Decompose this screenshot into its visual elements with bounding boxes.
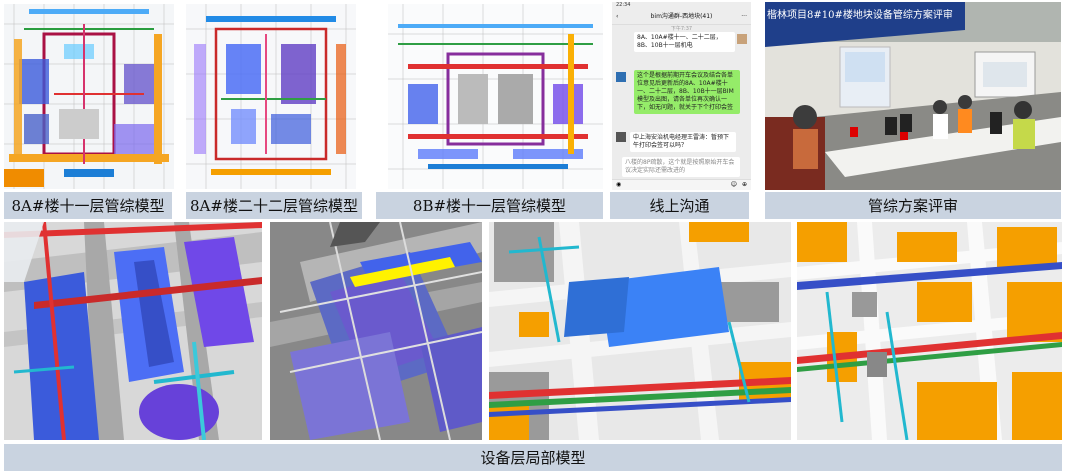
chat-more-icon[interactable]: ··· <box>741 10 747 24</box>
emoji-icon[interactable]: ☺ <box>731 181 737 188</box>
voice-icon[interactable]: ◉ <box>616 181 621 188</box>
chat-message: 八楼的8P疏散，这个就是按照原始开车会议决定实际还需改进的 <box>622 157 740 177</box>
caption-equipment-floor-model: 设备层局部模型 <box>4 444 1062 471</box>
chat-avatar <box>616 72 626 82</box>
caption-8a-11: 8A#楼十一层管综模型 <box>4 192 172 219</box>
add-icon[interactable]: ⊕ <box>742 181 747 188</box>
3d-model-2 <box>270 222 482 440</box>
3d-model-4 <box>797 222 1062 440</box>
caption-8a-22: 8A#楼二十二层管综模型 <box>186 192 362 219</box>
chat-message: 8A、10A#楼十一、二十二层，8B、10B十一层机电 <box>634 32 735 52</box>
chat-screenshot: 22:34 ‹ bim沟通群-西地块(41) ··· 下午7:37 8A、10A… <box>612 2 751 190</box>
chat-input-bar[interactable]: ◉ ☺ ⊕ <box>612 179 751 190</box>
caption-8b-11: 8B#楼十一层管综模型 <box>376 192 603 219</box>
chat-timestamp: 下午7:37 <box>670 26 693 32</box>
3d-model-3 <box>489 222 791 440</box>
chat-title-bar: ‹ bim沟通群-西地块(41) ··· <box>612 10 751 25</box>
caption-online-communication: 线上沟通 <box>610 192 749 219</box>
review-meeting-photo: 楷林项目8#10#楼地块设备管综方案评审 <box>765 2 1061 190</box>
review-banner: 楷林项目8#10#楼地块设备管综方案评审 <box>767 10 953 20</box>
chat-back-icon[interactable]: ‹ <box>616 10 618 24</box>
chat-message: 中上海安治机电经理王雷涛：暂预下午打印会签可以吗？ <box>630 132 736 152</box>
chat-avatar <box>737 34 747 44</box>
chat-avatar <box>616 132 626 142</box>
floor-plan-8a-22 <box>186 4 356 189</box>
3d-model-1 <box>4 222 262 440</box>
floor-plan-8a-11 <box>4 4 174 189</box>
chat-title: bim沟通群-西地块(41) <box>650 13 713 20</box>
chat-status-bar: 22:34 <box>612 2 751 10</box>
chat-message: 这个是根据前期开车会议及结合各单位意见后更新后的8A、10A#楼十一、二十二层，… <box>634 70 740 114</box>
floor-plan-8b-11 <box>388 4 603 189</box>
caption-design-review: 管综方案评审 <box>765 192 1061 219</box>
